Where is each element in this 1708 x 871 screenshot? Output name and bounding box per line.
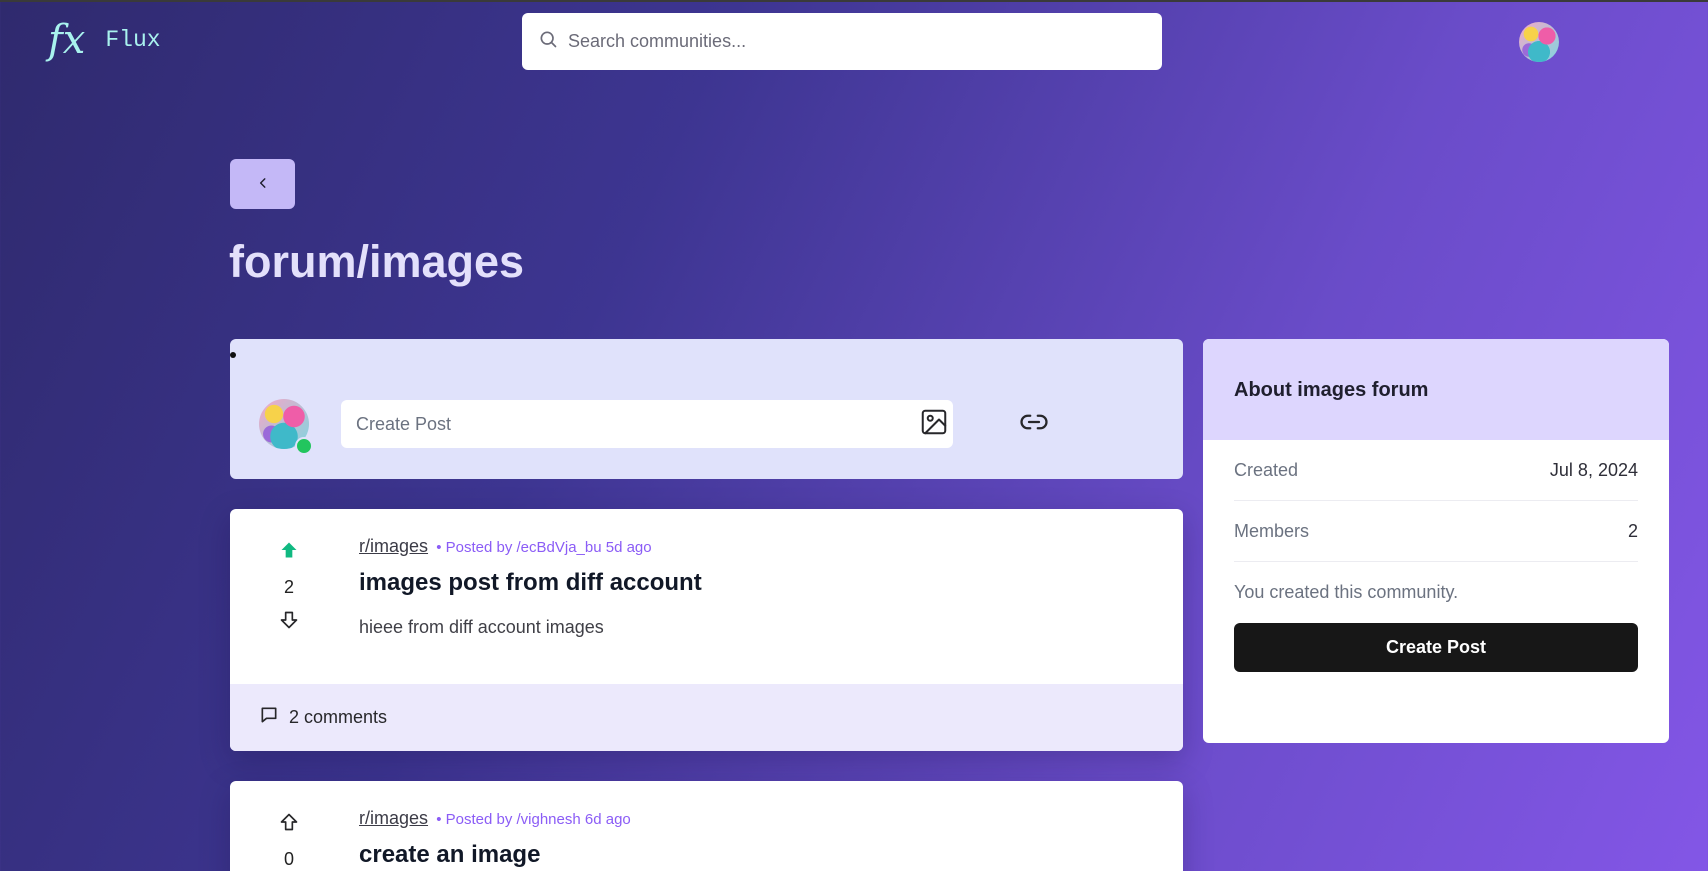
members-row: Members 2 xyxy=(1234,501,1638,562)
downvote-button[interactable] xyxy=(265,609,313,635)
create-post-box xyxy=(230,339,1183,479)
create-post-button[interactable]: Create Post xyxy=(1234,623,1638,672)
comment-count: 2 comments xyxy=(289,707,388,727)
avatar-image xyxy=(1519,22,1559,62)
search-bar[interactable] xyxy=(522,13,1162,70)
page-title: forum/images xyxy=(229,236,525,287)
vote-controls: 0 xyxy=(265,811,313,871)
community-link[interactable]: r/images xyxy=(359,536,428,556)
chevron-left-icon xyxy=(256,176,270,193)
upvote-arrow-icon xyxy=(279,812,299,837)
app-name: Flux xyxy=(105,27,161,53)
post-meta: r/images • Posted by /ecBdVja_bu 5d ago xyxy=(359,536,652,557)
created-value: Jul 8, 2024 xyxy=(1549,459,1638,480)
post-title[interactable]: create an image xyxy=(359,841,540,869)
back-button[interactable] xyxy=(230,159,295,209)
members-value: 2 xyxy=(1627,520,1638,541)
image-icon xyxy=(919,407,949,442)
image-upload-button[interactable] xyxy=(916,406,952,442)
window-top-border xyxy=(0,0,1708,2)
creator-note: You created this community. xyxy=(1234,582,1459,602)
post-author-info: • Posted by /vighnesh 6d ago xyxy=(436,811,631,828)
comments-button[interactable]: 2 comments xyxy=(230,684,1183,751)
sidebar-title: About images forum xyxy=(1203,339,1669,440)
post-meta: r/images • Posted by /vighnesh 6d ago xyxy=(359,808,631,829)
upvote-arrow-icon xyxy=(279,540,299,565)
community-info-panel: About images forum Created Jul 8, 2024 M… xyxy=(1203,339,1669,743)
downvote-arrow-icon xyxy=(279,610,299,635)
create-post-avatar[interactable] xyxy=(259,399,313,455)
logo[interactable]: fx Flux xyxy=(48,18,161,62)
post-card[interactable]: 0 r/images • Posted by /vighnesh 6d ago … xyxy=(230,781,1183,871)
members-label: Members xyxy=(1234,520,1310,541)
online-status-indicator xyxy=(295,437,313,455)
logo-mark: fx xyxy=(48,17,86,63)
user-avatar[interactable] xyxy=(1519,22,1559,62)
upvote-button[interactable] xyxy=(265,539,313,565)
post-author-info: • Posted by /ecBdVja_bu 5d ago xyxy=(436,539,652,556)
post-card[interactable]: 2 r/images • Posted by /ecBdVja_bu 5d ag… xyxy=(230,509,1183,751)
vote-controls: 2 xyxy=(265,539,313,635)
upvote-button[interactable] xyxy=(265,811,313,837)
link-icon xyxy=(1019,407,1049,442)
comment-icon xyxy=(259,705,279,730)
post-body: hieee from diff account images xyxy=(359,617,604,637)
vote-score: 2 xyxy=(283,577,294,597)
bullet-marker xyxy=(230,352,236,358)
search-input[interactable] xyxy=(568,31,1128,52)
post-title[interactable]: images post from diff account xyxy=(359,569,702,597)
community-link[interactable]: r/images xyxy=(359,808,428,828)
created-row: Created Jul 8, 2024 xyxy=(1234,440,1638,501)
vote-score: 0 xyxy=(283,849,294,869)
link-button[interactable] xyxy=(1016,406,1052,442)
create-post-input[interactable] xyxy=(341,400,953,448)
created-label: Created xyxy=(1234,459,1299,480)
search-icon xyxy=(538,29,558,54)
